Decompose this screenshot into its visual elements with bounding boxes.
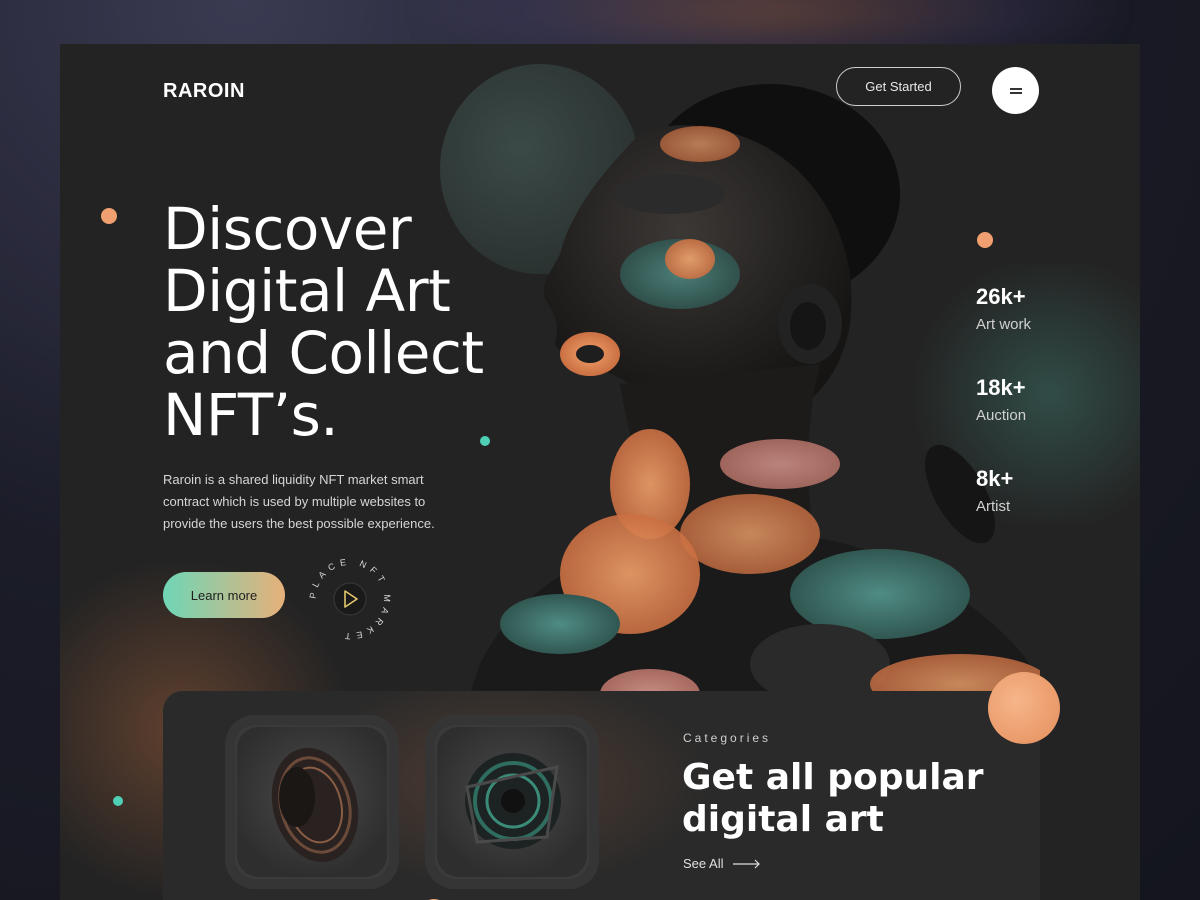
hero-title: Discover Digital Art and Collect NFT’s. xyxy=(163,198,583,446)
stat-artwork: 26k+ Art work xyxy=(976,284,1031,333)
art-card[interactable] xyxy=(425,715,599,889)
stat-artist: 8k+ Artist xyxy=(976,466,1013,515)
abstract-sculpture-image xyxy=(465,753,561,849)
see-all-link[interactable]: See All xyxy=(683,856,761,871)
stat-value: 26k+ xyxy=(976,284,1026,309)
hero-title-line: Discover xyxy=(163,195,412,263)
menu-icon xyxy=(1009,86,1022,96)
learn-more-button[interactable]: Learn more xyxy=(163,572,285,618)
arrow-right-icon xyxy=(733,859,761,868)
stat-auction: 18k+ Auction xyxy=(976,375,1026,424)
decorative-dot xyxy=(480,436,490,446)
hero-title-line: NFT’s. xyxy=(163,381,339,449)
art-thumbnail xyxy=(237,727,387,877)
decorative-dot xyxy=(101,208,117,224)
art-card[interactable] xyxy=(225,715,399,889)
menu-button[interactable] xyxy=(992,67,1039,114)
decorative-dot xyxy=(988,672,1060,744)
categories-eyebrow: Categories xyxy=(683,731,772,745)
hero-title-line: Digital Art xyxy=(163,257,451,325)
nft-market-play-badge[interactable]: PLACE NFT MARKET xyxy=(305,554,395,644)
decorative-dot xyxy=(977,232,993,248)
stat-label: Art work xyxy=(976,316,1032,333)
categories-title-line: digital art xyxy=(682,799,884,840)
decorative-dot xyxy=(113,796,123,806)
hero-description: Raroin is a shared liquidity NFT market … xyxy=(163,472,435,531)
categories-panel: Categories Get all popular digital art S… xyxy=(163,691,1040,900)
hero-title-line: and Collect xyxy=(163,319,484,387)
stat-value: 18k+ xyxy=(976,375,1026,400)
categories-title: Get all popular digital art xyxy=(682,757,1022,841)
categories-title-line: Get all popular xyxy=(682,757,984,798)
art-thumbnail xyxy=(437,727,587,877)
abstract-sculpture-image xyxy=(271,747,359,863)
brand-logo[interactable]: RAROIN xyxy=(163,80,245,103)
stat-value: 8k+ xyxy=(976,466,1014,491)
stat-label: Artist xyxy=(976,498,1011,515)
stat-label: Auction xyxy=(976,407,1027,424)
get-started-button[interactable]: Get Started xyxy=(836,67,961,106)
see-all-label: See All xyxy=(683,856,724,871)
landing-page: RAROIN Get Started Discover Digital Art … xyxy=(60,44,1140,900)
